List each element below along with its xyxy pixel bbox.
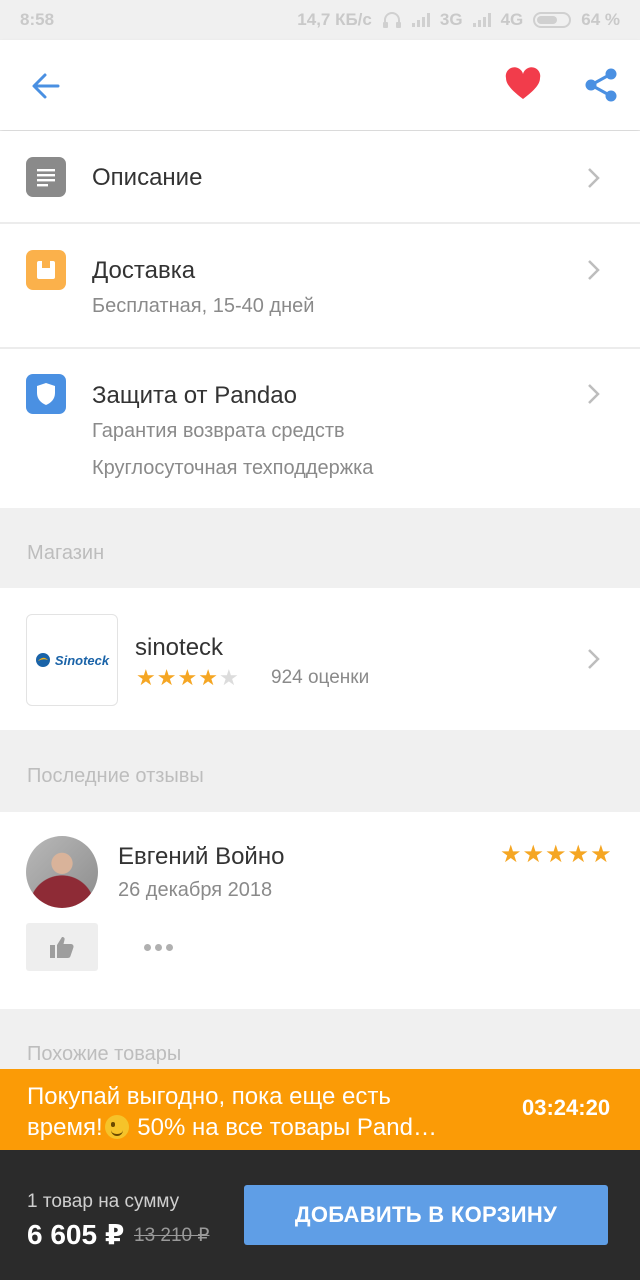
old-price: 13 210 ₽ <box>134 1225 210 1246</box>
arrow-left-icon[interactable] <box>28 68 64 104</box>
review-date: 26 декабря 2018 <box>118 879 273 901</box>
star-filled-icon: ★ <box>177 665 198 690</box>
chevron-right-icon <box>588 649 600 669</box>
star-filled-icon: ★ <box>545 841 567 868</box>
row-protection[interactable]: Защита от Pandao Гарантия возврата средс… <box>0 349 640 508</box>
network-type-2: 4G <box>500 10 524 29</box>
signal-icon-2 <box>472 13 491 27</box>
star-filled-icon: ★ <box>500 841 522 868</box>
app-bar <box>0 40 640 130</box>
status-indicators: 14,7 КБ/с 3G 4G 64 % <box>297 10 620 30</box>
chevron-right-icon <box>588 384 600 404</box>
heart-icon[interactable] <box>504 66 542 104</box>
promo-line-2: время! 50% на все товары Pand… <box>27 1112 477 1143</box>
star-filled-icon: ★ <box>136 665 156 690</box>
share-icon[interactable] <box>582 66 620 104</box>
row-description-title: Описание <box>92 164 203 191</box>
star-filled-icon: ★ <box>156 665 177 690</box>
promo-text: Покупай выгодно, пока еще есть время! 50… <box>27 1081 477 1143</box>
row-description[interactable]: Описание <box>0 131 640 222</box>
star-filled-icon: ★ <box>522 841 545 868</box>
headphones-icon <box>382 12 401 28</box>
network-type-1: 3G <box>439 10 463 29</box>
row-protection-line-1: Гарантия возврата средств <box>92 420 345 442</box>
network-speed: 14,7 КБ/с <box>297 10 372 29</box>
like-button[interactable] <box>26 923 98 971</box>
row-protection-line-2: Круглосуточная техподдержка <box>92 457 374 479</box>
store-logo-mark-icon <box>35 653 50 667</box>
star-empty-icon: ★ <box>218 665 239 690</box>
status-bar: 8:58 14,7 КБ/с 3G 4G 64 % <box>0 0 640 40</box>
row-delivery-title: Доставка <box>92 257 196 284</box>
review-card: Евгений Войно 26 декабря 2018 ★ ★ ★ ★ ★ <box>0 812 640 1009</box>
bottom-bar: 1 товар на сумму 6 605 ₽ 13 210 ₽ ДОБАВИ… <box>0 1150 640 1280</box>
chevron-right-icon <box>588 168 600 188</box>
avatar <box>26 836 98 908</box>
promo-line-2-start: время! <box>27 1114 103 1141</box>
cart-summary-label: 1 товар на сумму <box>27 1191 180 1212</box>
promo-banner[interactable]: Покупай выгодно, пока еще есть время! 50… <box>0 1069 640 1150</box>
thumbs-up-icon <box>50 937 74 958</box>
star-filled-icon: ★ <box>198 665 218 690</box>
document-icon <box>26 157 66 197</box>
star-filled-icon: ★ <box>567 841 590 868</box>
wink-emoji-icon <box>104 1115 129 1139</box>
review-rating-stars: ★ ★ ★ ★ ★ <box>500 841 612 868</box>
box-icon <box>26 250 66 290</box>
row-protection-title: Защита от Pandao <box>92 382 297 409</box>
signal-icon <box>411 13 430 27</box>
store-logo-text: Sinoteck <box>54 652 110 668</box>
store-card[interactable]: Sinoteck sinoteck ★ ★ ★ ★ ★ 924 оценки <box>0 588 640 730</box>
section-label-similar: Похожие товары <box>27 1043 182 1065</box>
promo-timer: 03:24:20 <box>522 1095 611 1120</box>
star-filled-icon: ★ <box>590 841 612 868</box>
review-author: Евгений Войно <box>118 843 285 870</box>
store-ratings-count: 924 оценки <box>271 667 370 688</box>
row-delivery[interactable]: Доставка Бесплатная, 15-40 дней <box>0 224 640 347</box>
store-logo: Sinoteck <box>26 614 118 706</box>
store-rating-stars: ★ ★ ★ ★ ★ <box>136 667 239 689</box>
status-time: 8:58 <box>20 10 55 29</box>
battery-level: 64 % <box>581 10 620 29</box>
promo-line-1: Покупай выгодно, пока еще есть <box>27 1083 391 1110</box>
store-name: sinoteck <box>135 634 224 661</box>
current-price: 6 605 ₽ <box>27 1219 125 1250</box>
row-delivery-subtitle: Бесплатная, 15-40 дней <box>92 295 315 317</box>
battery-icon <box>533 12 572 28</box>
more-options-icon[interactable] <box>138 932 178 962</box>
chevron-right-icon <box>588 260 600 280</box>
add-to-cart-button[interactable]: ДОБАВИТЬ В КОРЗИНУ <box>244 1185 608 1245</box>
section-label-reviews: Последние отзывы <box>27 765 204 787</box>
promo-line-2-end: 50% на все товары Pand… <box>130 1114 437 1141</box>
section-label-store: Магазин <box>27 542 105 564</box>
shield-icon <box>26 374 66 414</box>
